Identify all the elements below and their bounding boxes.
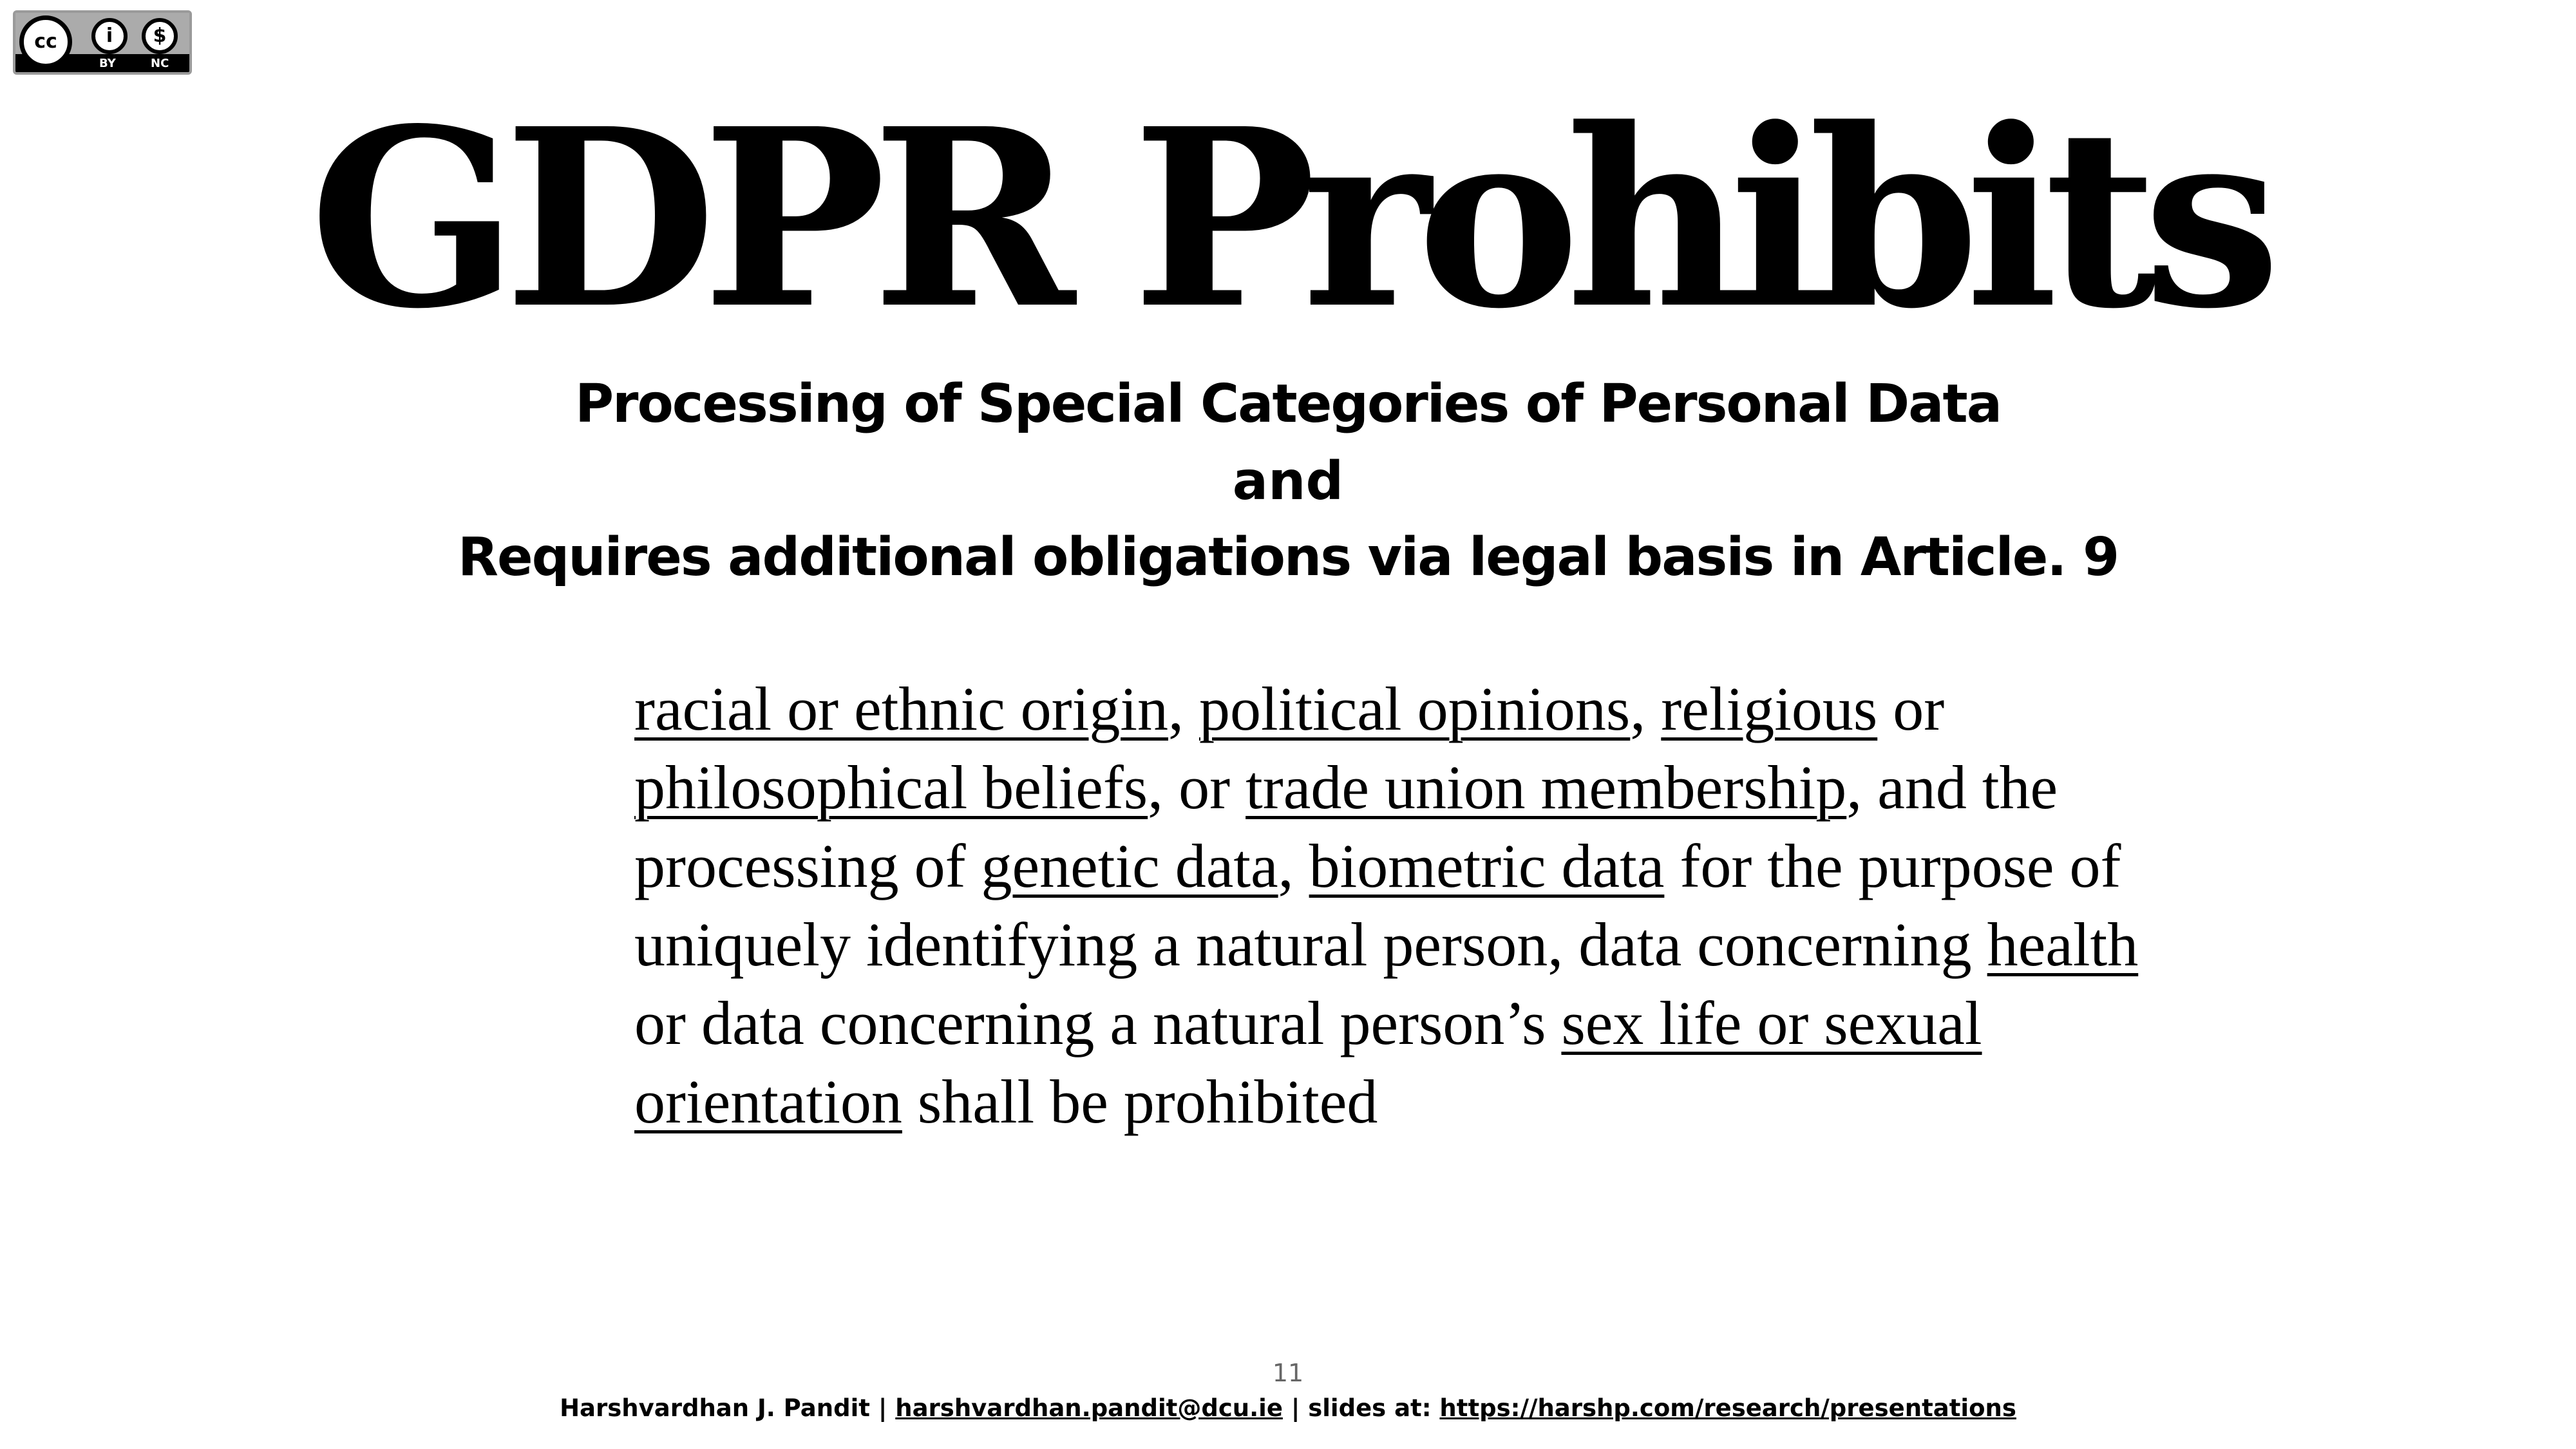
category-religious: religious <box>1661 674 1878 743</box>
category-trade-union: trade union membership <box>1245 753 1847 822</box>
text-segment: or data concerning a natural person’s <box>634 989 1562 1057</box>
noncommercial-dollar-icon: $ <box>142 18 178 54</box>
text-segment: or <box>1877 674 1945 743</box>
page-number: 11 <box>1272 1359 1304 1387</box>
article-quote: racial or ethnic origin, political opini… <box>634 670 2180 1141</box>
footer-separator: | slides at: <box>1282 1394 1440 1422</box>
footer: Harshvardhan J. Pandit | harshvardhan.pa… <box>0 1394 2576 1422</box>
text-segment: , <box>1168 674 1199 743</box>
category-racial-origin: racial or ethnic origin <box>634 674 1168 743</box>
category-philosophical-beliefs: philosophical beliefs <box>634 753 1148 822</box>
category-biometric-data: biometric data <box>1309 831 1665 900</box>
cc-license-badge: cc i $ BY NC <box>13 10 192 75</box>
footer-email-link[interactable]: harshvardhan.pandit@dcu.ie <box>895 1394 1283 1422</box>
slide-title: GDPR Prohibits <box>309 75 2280 363</box>
subtitle-line-2: and <box>1232 451 1344 512</box>
text-segment: , <box>1278 831 1309 900</box>
footer-author: Harshvardhan J. Pandit | <box>560 1394 896 1422</box>
category-genetic-data: genetic data <box>981 831 1278 900</box>
subtitle-line-3: Requires additional obligations via lega… <box>457 527 2119 588</box>
text-segment: , or <box>1148 753 1246 822</box>
text-segment: , <box>1630 674 1662 743</box>
attribution-person-icon: i <box>91 18 128 54</box>
text-segment: shall be prohibited <box>902 1067 1378 1136</box>
footer-slides-link[interactable]: https://harshp.com/research/presentation… <box>1439 1394 2016 1422</box>
cc-icon: cc <box>19 15 72 68</box>
cc-nc-label: NC <box>151 57 169 70</box>
cc-by-label: BY <box>99 57 116 70</box>
category-health: health <box>1987 910 2139 979</box>
category-political-opinions: political opinions <box>1198 674 1631 743</box>
subtitle-line-1: Processing of Special Categories of Pers… <box>574 374 2002 435</box>
